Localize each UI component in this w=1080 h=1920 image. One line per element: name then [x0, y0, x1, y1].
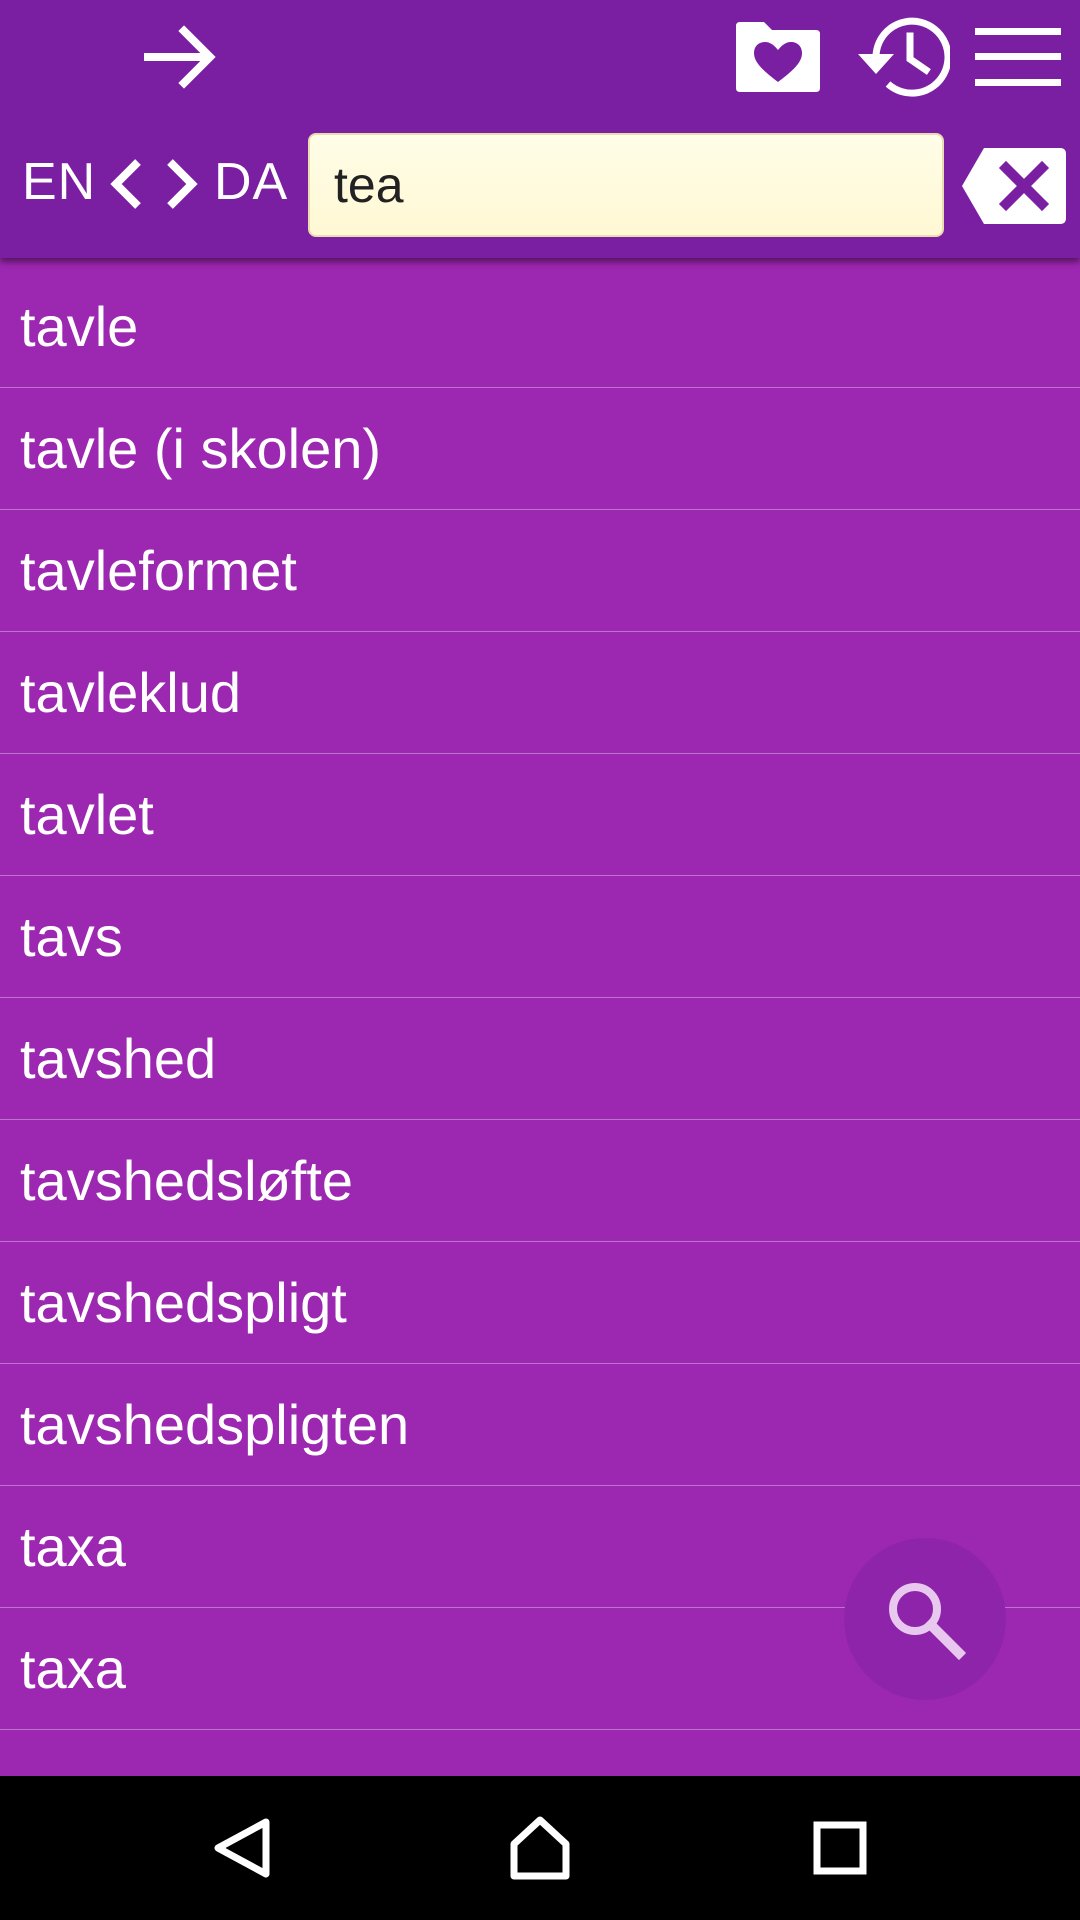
search-icon [889, 1583, 967, 1661]
target-language[interactable]: DA [214, 156, 288, 208]
hamburger-menu-icon [975, 28, 1061, 86]
favorites-button[interactable] [728, 14, 828, 100]
list-item[interactable]: tavle (i skolen) [0, 388, 1080, 510]
list-item[interactable]: tavshedspligt [0, 1242, 1080, 1364]
arrow-right-icon [144, 25, 216, 89]
list-item[interactable]: tavle [0, 266, 1080, 388]
nav-back-button[interactable] [200, 1806, 284, 1890]
clear-search-button[interactable] [958, 143, 1070, 229]
source-language[interactable]: EN [22, 156, 96, 208]
list-item[interactable]: tavs [0, 876, 1080, 998]
nav-recent-apps-icon [813, 1821, 867, 1875]
list-item[interactable]: tavlet [0, 754, 1080, 876]
backspace-clear-icon [962, 148, 1066, 224]
next-language-button[interactable] [162, 156, 202, 212]
back-button[interactable] [130, 14, 230, 100]
list-item[interactable]: tavshedspligten [0, 1364, 1080, 1486]
nav-home-button[interactable] [498, 1806, 582, 1890]
chevron-left-icon [110, 159, 141, 209]
previous-language-button[interactable] [106, 156, 146, 212]
nav-home-icon [510, 1816, 570, 1880]
search-fab-button[interactable] [844, 1538, 1006, 1700]
list-item[interactable]: tavleklud [0, 632, 1080, 754]
list-item[interactable]: tavleformet [0, 510, 1080, 632]
list-item[interactable]: tavshed [0, 998, 1080, 1120]
results-list: tavle tavle (i skolen) tavleformet tavle… [0, 266, 1080, 1730]
nav-back-icon [214, 1818, 270, 1878]
list-item[interactable]: tavshedsløfte [0, 1120, 1080, 1242]
search-input[interactable]: tea [308, 133, 944, 237]
menu-button[interactable] [968, 14, 1068, 100]
nav-recent-button[interactable] [798, 1806, 882, 1890]
top-toolbar: EN DA tea [0, 0, 1080, 258]
system-navigation-bar [0, 1776, 1080, 1920]
folder-heart-icon [736, 22, 820, 92]
chevron-right-icon [167, 159, 198, 209]
history-icon [858, 17, 950, 97]
history-button[interactable] [846, 12, 954, 102]
